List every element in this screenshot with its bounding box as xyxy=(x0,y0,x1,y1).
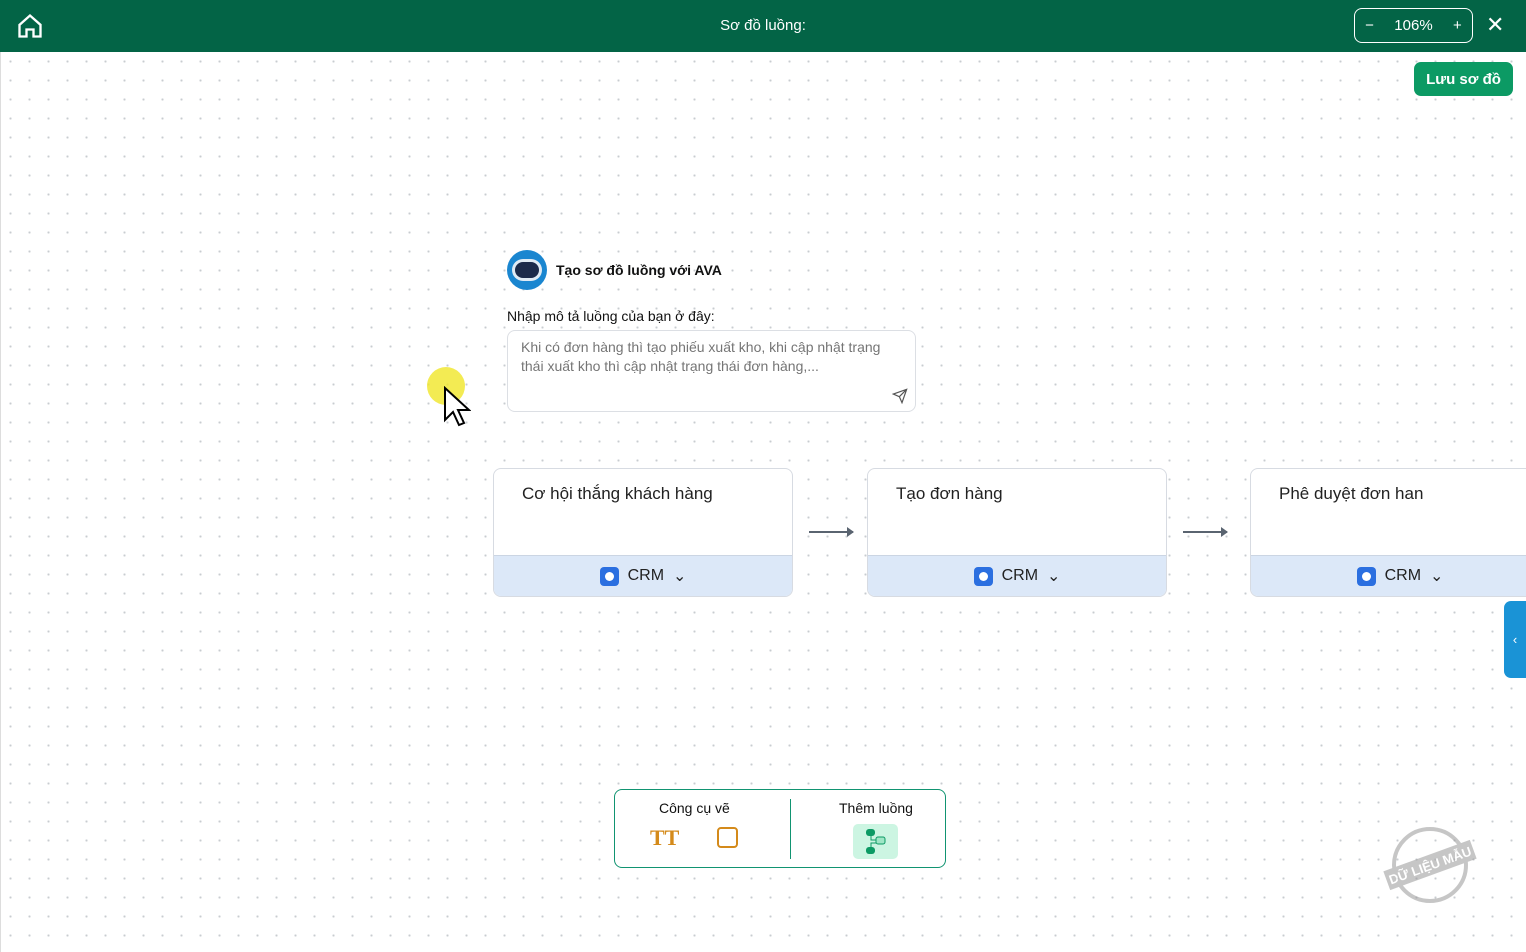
ava-title: Tạo sơ đồ luồng với AVA xyxy=(556,262,722,278)
node-title: Cơ hội thắng khách hàng xyxy=(522,484,713,503)
divider xyxy=(790,799,791,859)
node-app: CRM xyxy=(627,567,665,584)
flow-icon xyxy=(866,829,886,854)
sample-data-watermark: DỮ LIỆU MẪU xyxy=(1383,827,1477,903)
zoom-level: 106% xyxy=(1394,17,1433,34)
top-bar: Sơ đồ luồng: − 106% + ✕ xyxy=(0,0,1526,52)
page-title: Sơ đồ luồng: xyxy=(720,17,806,34)
rectangle-tool-icon[interactable] xyxy=(717,827,738,848)
ava-avatar xyxy=(507,250,547,290)
flow-node[interactable]: Tạo đơn hàng CRM ⌄ xyxy=(867,468,1167,597)
zoom-in-button[interactable]: + xyxy=(1453,17,1462,34)
text-tool-icon[interactable]: TT xyxy=(650,825,679,851)
description-label: Nhập mô tả luồng của bạn ở đây: xyxy=(507,308,715,324)
send-icon[interactable] xyxy=(892,388,908,404)
zoom-out-button[interactable]: − xyxy=(1365,17,1374,34)
save-diagram-button[interactable]: Lưu sơ đồ xyxy=(1414,62,1513,96)
flow-node[interactable]: Cơ hội thắng khách hàng CRM ⌄ xyxy=(493,468,793,597)
draw-tools-label: Công cụ vẽ xyxy=(659,800,730,816)
tools-panel: Công cụ vẽ TT Thêm luồng xyxy=(614,789,946,868)
add-flow-button[interactable] xyxy=(853,824,898,859)
node-app-select[interactable]: CRM ⌄ xyxy=(494,555,792,596)
description-input[interactable] xyxy=(507,330,916,412)
zoom-control: − 106% + xyxy=(1354,8,1473,43)
chevron-down-icon: ⌄ xyxy=(1047,568,1061,585)
node-title: Tạo đơn hàng xyxy=(896,484,1003,503)
crm-icon xyxy=(973,566,993,586)
crm-icon xyxy=(599,566,619,586)
chevron-down-icon: ⌄ xyxy=(1430,568,1444,585)
close-button[interactable]: ✕ xyxy=(1486,12,1504,38)
node-title: Phê duyệt đơn han xyxy=(1279,484,1424,503)
chevron-down-icon: ⌄ xyxy=(673,568,687,585)
add-flow-label: Thêm luồng xyxy=(839,800,913,816)
node-app-select[interactable]: CRM ⌄ xyxy=(1251,555,1526,596)
connector-arrow xyxy=(1183,527,1228,537)
side-panel-toggle[interactable]: ‹ xyxy=(1504,601,1526,678)
mouse-cursor-icon xyxy=(444,386,471,427)
connector-arrow xyxy=(809,527,854,537)
crm-icon xyxy=(1356,566,1376,586)
node-app: CRM xyxy=(1001,567,1039,584)
node-app: CRM xyxy=(1384,567,1422,584)
flow-node[interactable]: Phê duyệt đơn han CRM ⌄ xyxy=(1250,468,1526,597)
node-app-select[interactable]: CRM ⌄ xyxy=(868,555,1166,596)
